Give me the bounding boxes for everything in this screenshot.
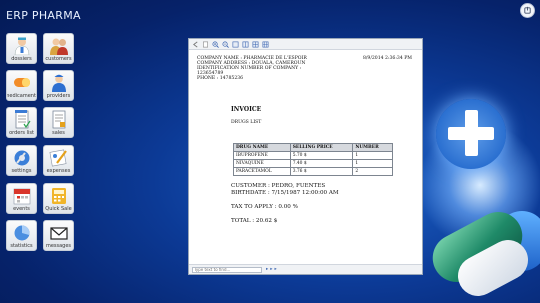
single-page-button[interactable] [232, 41, 239, 48]
column-header: NUMBER [352, 143, 393, 152]
page-button[interactable] [202, 41, 209, 48]
customers-icon [49, 38, 68, 55]
tile-orders-list-label: orders list [9, 130, 34, 136]
find-previous-button[interactable]: ▸ [266, 267, 268, 272]
find-navigation: ▸ ▸ ▸ [266, 267, 277, 272]
total-line: TOTAL : 20.62 $ [231, 218, 278, 224]
calendar-icon [13, 188, 30, 205]
tile-settings-label: settings [11, 168, 32, 174]
drug-name: NIVAQUINE [233, 159, 291, 168]
statistics-icon [14, 225, 29, 241]
tile-events-label: events [13, 206, 30, 212]
drug-price: 7.40 $ [289, 159, 354, 168]
tile-messages-label: messages [45, 243, 72, 249]
zoom-out-button[interactable] [222, 41, 229, 48]
envelope-icon [49, 227, 68, 240]
doctor-icon [14, 37, 29, 55]
tile-statistics[interactable]: statistics [6, 220, 37, 251]
table-header-row: DRUG NAME SELLING PRICE NUMBER [233, 143, 393, 152]
quick-sale-icon [51, 188, 66, 204]
tile-sales-label: sales [52, 130, 65, 136]
drug-name: IBUPROFENE [233, 151, 291, 160]
viewer-toolbar [189, 39, 422, 50]
arrow-left-icon [193, 41, 198, 47]
column-header: DRUG NAME [233, 143, 291, 152]
customer-birthdate: BIRTHDATE : 7/15/1987 12:00:00 AM [231, 190, 339, 196]
zoom-out-icon [222, 41, 229, 48]
tile-messages[interactable]: messages [43, 220, 74, 251]
tax-line: TAX TO APPLY : 0.00 % [231, 204, 298, 210]
drug-number: 1 [352, 151, 393, 160]
back-button[interactable] [192, 41, 199, 48]
tile-expenses[interactable]: expenses [43, 145, 74, 176]
six-pages-button[interactable] [262, 41, 269, 48]
report-date: 8/9/2014 2:36:34 PM [362, 56, 412, 61]
medical-cross-icon [436, 99, 506, 169]
tile-providers[interactable]: providers [43, 70, 74, 101]
tile-customers[interactable]: customers [43, 33, 74, 64]
table-row: IBUPROFENE 5.70 $ 1 [233, 151, 393, 160]
tile-expenses-label: expenses [46, 168, 71, 174]
column-header: SELLING PRICE [289, 143, 354, 152]
tile-dossiers-label: dossiers [11, 56, 32, 62]
drug-price: 3.76 $ [289, 167, 354, 176]
find-text-input[interactable] [192, 266, 262, 273]
drug-name: PARACETAMOL [233, 167, 291, 176]
app-title: ERP PHARMA [6, 9, 81, 22]
power-icon [524, 6, 531, 14]
report-page: COMPANY NAME : PHARMACIE DE L'ESPOIR COM… [193, 52, 418, 262]
zoom-in-button[interactable] [212, 41, 219, 48]
customer-name: CUSTOMER : PEDRO, FUENTES [231, 183, 326, 189]
company-id: IDENTIFICATION NUMBER OF COMPANY : 12365… [197, 66, 302, 76]
viewer-footer: ▸ ▸ ▸ [189, 264, 422, 274]
tile-statistics-label: statistics [10, 243, 33, 249]
two-pages-button[interactable] [242, 41, 249, 48]
drug-number: 1 [352, 159, 393, 168]
tile-sales[interactable]: sales [43, 107, 74, 138]
providers-icon [51, 74, 66, 92]
find-options-button[interactable]: ▸ [275, 267, 277, 272]
expenses-icon [49, 149, 67, 167]
tile-orders-list[interactable]: orders list [6, 107, 37, 138]
tile-quick-sale[interactable]: Quick Sale [43, 183, 74, 214]
sales-icon [52, 110, 65, 129]
report-viewer: COMPANY NAME : PHARMACIE DE L'ESPOIR COM… [188, 38, 423, 275]
tile-medicaments-label: medicaments [6, 93, 37, 99]
tile-events[interactable]: events [6, 183, 37, 214]
drugs-table: DRUG NAME SELLING PRICE NUMBER IBUPROFEN… [233, 143, 393, 176]
single-page-icon [232, 41, 239, 47]
page-icon [203, 41, 208, 47]
orders-list-icon [14, 110, 30, 129]
invoice-title: INVOICE [231, 106, 262, 113]
drugs-list-title: DRUGS LIST [231, 120, 262, 125]
tile-customers-label: customers [45, 56, 72, 62]
tile-providers-label: providers [46, 93, 71, 99]
company-phone: PHONE : 14785236 [197, 76, 244, 81]
settings-icon [14, 150, 29, 166]
table-row: PARACETAMOL 3.76 $ 2 [233, 167, 393, 176]
two-pages-icon [242, 41, 249, 47]
four-pages-icon [252, 41, 259, 47]
company-header: COMPANY NAME : PHARMACIE DE L'ESPOIR COM… [197, 56, 315, 81]
four-pages-button[interactable] [252, 41, 259, 48]
zoom-in-icon [212, 41, 219, 48]
drug-number: 2 [352, 167, 393, 176]
find-next-button[interactable]: ▸ [270, 267, 272, 272]
tile-quick-sale-label: Quick Sale [45, 206, 72, 212]
tile-dossiers[interactable]: dossiers [6, 33, 37, 64]
tile-medicaments[interactable]: medicaments [6, 70, 37, 101]
exit-button[interactable] [520, 3, 535, 18]
table-row: NIVAQUINE 7.40 $ 1 [233, 159, 393, 168]
medicaments-icon [13, 78, 30, 87]
customer-block: CUSTOMER : PEDRO, FUENTES BIRTHDATE : 7/… [231, 183, 339, 197]
tile-settings[interactable]: settings [6, 145, 37, 176]
six-pages-icon [262, 41, 269, 47]
drug-price: 5.70 $ [289, 151, 354, 160]
